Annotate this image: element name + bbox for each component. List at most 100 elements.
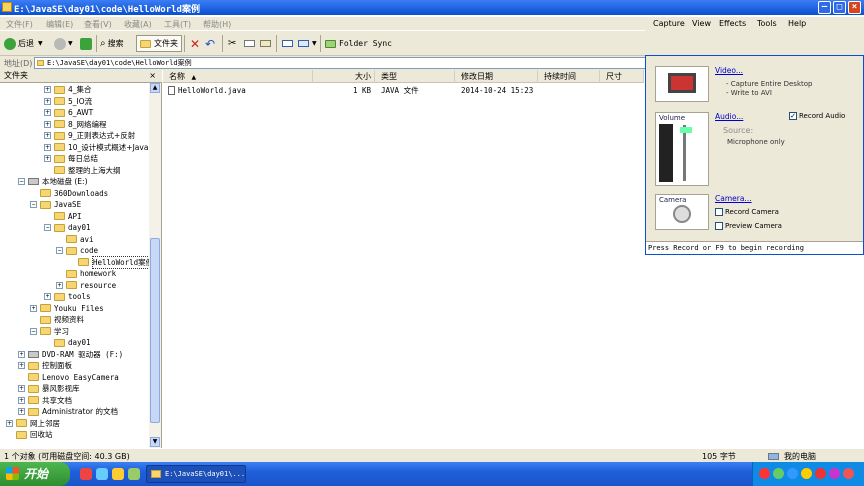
- tray-icon[interactable]: [759, 468, 770, 479]
- expand-icon[interactable]: +: [44, 143, 51, 151]
- file-row[interactable]: HelloWorld.java 1 KB JAVA 文件 2014-10-24 …: [163, 85, 643, 96]
- folder-tree-item[interactable]: +4_集合: [44, 84, 92, 95]
- expand-icon[interactable]: +: [18, 362, 25, 369]
- folder-tree-item[interactable]: − JavaSE: [30, 199, 81, 210]
- quicklaunch-icon[interactable]: [112, 468, 124, 480]
- record-audio-checkbox[interactable]: ✓ Record Audio: [789, 112, 845, 120]
- title-bar[interactable]: E:\JavaSE\day01\code\HelloWorld案例 – □ ×: [0, 0, 864, 15]
- tray-icon[interactable]: [787, 468, 798, 479]
- folders-pane-close-button[interactable]: ×: [149, 70, 156, 82]
- collapse-icon[interactable]: −: [44, 224, 51, 231]
- folders-button[interactable]: 文件夹: [136, 35, 182, 52]
- copy-button[interactable]: [244, 35, 258, 52]
- menu-tools[interactable]: 工具(T): [164, 19, 191, 30]
- expand-icon[interactable]: +: [44, 155, 51, 162]
- paste-button[interactable]: [260, 35, 274, 52]
- menu-file[interactable]: 文件(F): [6, 19, 33, 30]
- folder-tree-item[interactable]: − code: [56, 245, 98, 256]
- column-size[interactable]: 大小: [313, 70, 375, 83]
- folder-tree-item[interactable]: − day01: [44, 222, 91, 233]
- folder-tree-item[interactable]: +9_正则表达式+反射: [44, 130, 135, 141]
- expand-icon[interactable]: +: [44, 132, 51, 139]
- collapse-icon[interactable]: −: [56, 247, 63, 254]
- folder-tree-item[interactable]: + DVD-RAM 驱动器 (F:): [18, 349, 123, 360]
- quicklaunch-icon[interactable]: [80, 468, 92, 480]
- folder-tree-item[interactable]: 回收站: [6, 429, 53, 440]
- record-camera-checkbox[interactable]: Record Camera: [715, 208, 779, 216]
- delete-button[interactable]: ✕: [190, 35, 200, 52]
- tray-icon[interactable]: [843, 468, 854, 479]
- folder-tree-item[interactable]: − 本地磁盘 (E:): [18, 176, 88, 187]
- folder-tree-item[interactable]: + tools: [44, 291, 91, 302]
- folder-tree-item[interactable]: + 每日总结: [44, 153, 98, 164]
- column-name[interactable]: 名称 ▲: [163, 70, 313, 83]
- tray-icon[interactable]: [801, 468, 812, 479]
- audio-link[interactable]: Audio...: [715, 112, 743, 121]
- folder-tree-item[interactable]: Lenovo EasyCamera: [18, 372, 119, 383]
- expand-icon[interactable]: +: [44, 86, 51, 93]
- folder-tree-item[interactable]: +5_IO流: [44, 96, 92, 107]
- forward-button[interactable]: ▼: [54, 35, 73, 52]
- folder-tree-item[interactable]: day01: [44, 337, 91, 348]
- collapse-icon[interactable]: −: [30, 201, 37, 208]
- capture-menu-help[interactable]: Help: [788, 19, 806, 28]
- collapse-icon[interactable]: −: [30, 327, 37, 335]
- up-folder-button[interactable]: [80, 35, 94, 52]
- start-button[interactable]: 开始: [0, 462, 70, 486]
- expand-icon[interactable]: +: [44, 109, 51, 116]
- folder-tree-item[interactable]: homework: [56, 268, 116, 279]
- expand-icon[interactable]: +: [44, 293, 51, 300]
- video-link[interactable]: Video...: [715, 66, 743, 75]
- back-dropdown-icon[interactable]: ▼: [38, 40, 43, 47]
- capture-menu-effects[interactable]: Effects: [719, 19, 746, 28]
- folder-tree-item[interactable]: + 控制面板: [18, 360, 72, 371]
- expand-icon[interactable]: +: [18, 385, 25, 392]
- menu-edit[interactable]: 编辑(E): [46, 19, 73, 30]
- folder-tree-item[interactable]: avi: [56, 234, 94, 245]
- folder-tree-item[interactable]: 360Downloads: [30, 188, 108, 199]
- tray-icon[interactable]: [815, 468, 826, 479]
- menu-favorites[interactable]: 收藏(A): [124, 19, 152, 30]
- back-button[interactable]: 后退 ▼: [4, 35, 43, 52]
- column-type[interactable]: 类型: [375, 70, 455, 83]
- scroll-down-button[interactable]: ▼: [150, 437, 160, 447]
- minimize-button[interactable]: –: [818, 1, 831, 14]
- expand-icon[interactable]: +: [44, 120, 51, 128]
- taskbar-item-explorer[interactable]: E:\JavaSE\day01\...: [146, 465, 246, 483]
- expand-icon[interactable]: +: [6, 419, 13, 427]
- maximize-button[interactable]: □: [833, 1, 846, 14]
- capture-menu-tools[interactable]: Tools: [757, 19, 777, 28]
- search-button[interactable]: ⌕ 搜索: [100, 35, 124, 52]
- expand-icon[interactable]: +: [18, 396, 25, 404]
- folder-tree-item[interactable]: HelloWorld案例: [68, 255, 155, 269]
- folders-scrollbar[interactable]: ▲ ▼: [149, 83, 161, 448]
- expand-icon[interactable]: +: [18, 408, 25, 415]
- folder-tree-item[interactable]: + 暴风影视库: [18, 383, 80, 394]
- column-dimensions[interactable]: 尺寸: [600, 70, 644, 83]
- close-button[interactable]: ×: [848, 1, 861, 14]
- forward-dropdown-icon[interactable]: ▼: [68, 40, 73, 47]
- expand-icon[interactable]: +: [30, 304, 37, 312]
- cut-button[interactable]: ✂: [228, 35, 236, 52]
- folder-tree-item[interactable]: 视频资料: [30, 314, 84, 325]
- menu-view[interactable]: 查看(V): [84, 19, 112, 30]
- quicklaunch-icon[interactable]: [128, 468, 140, 480]
- tray-icon[interactable]: [773, 468, 784, 479]
- tray-icon[interactable]: [829, 468, 840, 479]
- expand-icon[interactable]: +: [44, 97, 51, 105]
- column-duration[interactable]: 持续时间: [538, 70, 600, 83]
- undo-button[interactable]: ↶: [205, 35, 215, 52]
- folder-tree-item[interactable]: +6_AWT: [44, 107, 93, 118]
- column-date[interactable]: 修改日期: [455, 70, 538, 83]
- expand-icon[interactable]: +: [56, 281, 63, 289]
- expand-icon[interactable]: +: [18, 350, 25, 358]
- camera-link[interactable]: Camera...: [715, 194, 752, 203]
- properties-button[interactable]: [282, 35, 296, 52]
- folder-tree-item[interactable]: API: [44, 211, 82, 222]
- views-button[interactable]: ▼: [298, 35, 317, 52]
- folder-tree-item[interactable]: − 学习: [30, 326, 69, 337]
- capture-menu-capture[interactable]: Capture: [653, 19, 685, 28]
- folder-tree-item[interactable]: +8_网络编程: [44, 119, 107, 130]
- folder-tree-item[interactable]: + Administrator 的文档: [18, 406, 118, 417]
- views-dropdown-icon[interactable]: ▼: [312, 40, 317, 47]
